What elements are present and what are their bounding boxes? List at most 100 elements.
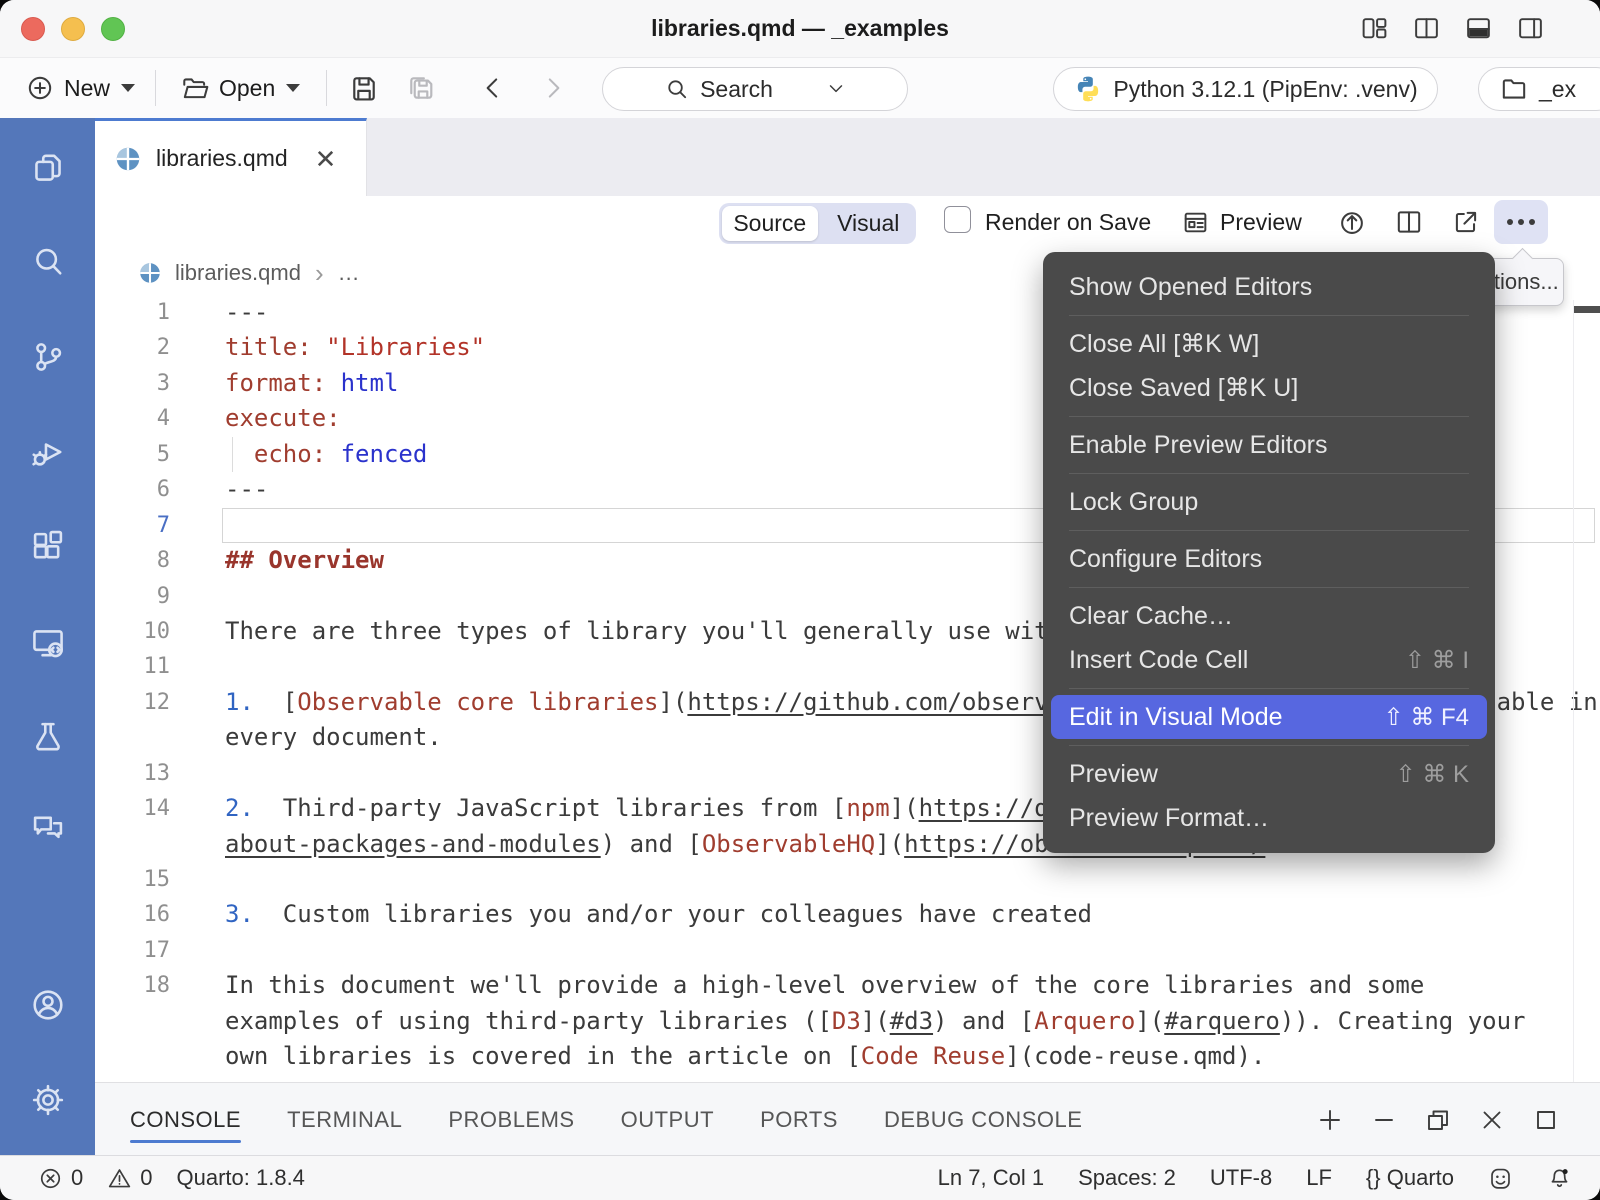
status-item[interactable] (1488, 1166, 1513, 1191)
maximize-panel-icon[interactable] (1532, 1106, 1560, 1134)
open-button[interactable]: Open (180, 58, 300, 118)
more-actions-button[interactable] (1494, 200, 1548, 244)
status-item-quarto-1-8-4[interactable]: Quarto: 1.8.4 (177, 1165, 305, 1191)
python-icon (1073, 74, 1103, 104)
panel-tab-console[interactable]: CONSOLE (130, 1083, 241, 1157)
activity-source-control[interactable] (0, 322, 95, 392)
status-item-0[interactable]: 0 (107, 1165, 152, 1191)
activity-account[interactable] (0, 970, 95, 1040)
minus-icon[interactable] (1370, 1106, 1398, 1134)
panel-tab-ports[interactable]: PORTS (760, 1083, 838, 1157)
menu-item-edit-in-visual-mode[interactable]: Edit in Visual Mode⇧ ⌘ F4 (1051, 695, 1487, 739)
save-all-button[interactable] (405, 58, 437, 118)
status-text: UTF-8 (1210, 1165, 1272, 1191)
close-tab-icon[interactable]: ✕ (315, 146, 337, 172)
menu-item-lock-group[interactable]: Lock Group (1051, 480, 1487, 524)
status-item-utf-8[interactable]: UTF-8 (1210, 1165, 1272, 1191)
visual-mode-button[interactable]: Visual (821, 203, 917, 244)
line-number: 16 (95, 897, 170, 932)
forward-button[interactable] (538, 58, 568, 118)
split-editor-icon[interactable] (1412, 14, 1441, 43)
menu-item-label: Clear Cache… (1069, 602, 1233, 631)
menu-item-insert-code-cell[interactable]: Insert Code Cell⇧ ⌘ I (1051, 638, 1487, 682)
panel-tab-output[interactable]: OUTPUT (621, 1083, 714, 1157)
interpreter-label: Python 3.12.1 (PipEnv: .venv) (1113, 76, 1417, 103)
split-editor-icon[interactable] (1394, 207, 1424, 237)
preview-button[interactable]: Preview (1181, 196, 1302, 248)
menu-item-label: Close All [⌘K W] (1069, 329, 1259, 359)
status-item-quarto[interactable]: {} Quarto (1366, 1165, 1454, 1191)
activity-extensions[interactable] (0, 512, 95, 582)
back-button[interactable] (478, 58, 508, 118)
menu-item-show-opened-editors[interactable]: Show Opened Editors (1051, 265, 1487, 309)
activity-explorer[interactable] (0, 133, 95, 203)
menu-item-label: Show Opened Editors (1069, 273, 1312, 302)
close-window-button[interactable] (21, 17, 45, 41)
code-line-17[interactable]: 17 (95, 933, 1600, 968)
status-item-spaces-2[interactable]: Spaces: 2 (1078, 1165, 1176, 1191)
panel-tab-debug-console[interactable]: DEBUG CONSOLE (884, 1083, 1082, 1157)
activity-comments[interactable] (0, 793, 95, 863)
line-content (225, 933, 1600, 968)
tab-strip: libraries.qmd ✕ (95, 118, 1600, 197)
code-line-18[interactable]: 18In this document we'll provide a high-… (95, 968, 1600, 1003)
layout-customize-icon[interactable] (1360, 14, 1389, 43)
publish-icon[interactable] (1337, 207, 1367, 237)
activity-run-debug[interactable] (0, 417, 95, 487)
scrollbar-track[interactable] (1573, 300, 1574, 1082)
explorer-icon (29, 149, 67, 187)
code-line-15[interactable]: 15 (95, 862, 1600, 897)
code-line-wrap[interactable]: own libraries is covered in the article … (95, 1039, 1600, 1074)
line-number: 2 (95, 330, 170, 365)
zoom-window-button[interactable] (101, 17, 125, 41)
tab-libraries-qmd[interactable]: libraries.qmd ✕ (95, 118, 367, 196)
status-item-lf[interactable]: LF (1306, 1165, 1332, 1191)
close-icon[interactable] (1478, 1106, 1506, 1134)
line-number: 10 (95, 614, 170, 649)
minimize-window-button[interactable] (61, 17, 85, 41)
error-icon (38, 1166, 63, 1191)
activity-testing[interactable] (0, 702, 95, 772)
source-control-icon (29, 338, 67, 376)
plus-icon[interactable] (1316, 1106, 1344, 1134)
project-label: _ex (1539, 76, 1576, 103)
search-input[interactable]: Search (602, 67, 908, 111)
status-bar: 0 0 Quarto: 1.8.4 Ln 7, Col 1 Spaces: 2 UTF-… (0, 1155, 1600, 1200)
panel-actions (1316, 1083, 1560, 1157)
activity-settings-gear[interactable] (0, 1065, 95, 1135)
source-mode-button[interactable]: Source (722, 206, 818, 241)
project-selector[interactable]: _ex (1478, 67, 1600, 111)
menu-item-enable-preview-editors[interactable]: Enable Preview Editors (1051, 423, 1487, 467)
panel-icon[interactable] (1464, 14, 1493, 43)
restore-icon[interactable] (1424, 1106, 1452, 1134)
activity-search[interactable] (0, 227, 95, 297)
menu-item-preview[interactable]: Preview⇧ ⌘ K (1051, 752, 1487, 796)
code-line-wrap[interactable]: examples of using third-party libraries … (95, 1004, 1600, 1039)
menu-item-close-saved-k-u[interactable]: Close Saved [⌘K U] (1051, 366, 1487, 410)
chevron-down-icon (286, 84, 300, 92)
ellipsis-icon (1507, 219, 1513, 225)
panel-tab-problems[interactable]: PROBLEMS (448, 1083, 574, 1157)
secondary-sidebar-icon[interactable] (1516, 14, 1545, 43)
new-button[interactable]: New (25, 58, 135, 118)
menu-item-clear-cache[interactable]: Clear Cache… (1051, 594, 1487, 638)
status-item[interactable] (1547, 1166, 1572, 1191)
menu-separator (1069, 473, 1469, 474)
code-line-16[interactable]: 163. Custom libraries you and/or your co… (95, 897, 1600, 932)
menu-item-label: Edit in Visual Mode (1069, 703, 1283, 732)
status-item-0[interactable]: 0 (38, 1165, 83, 1191)
status-item-ln-7-col-1[interactable]: Ln 7, Col 1 (938, 1165, 1044, 1191)
activity-remote-explorer[interactable] (0, 608, 95, 678)
panel-tab-terminal[interactable]: TERMINAL (287, 1083, 402, 1157)
interpreter-selector[interactable]: Python 3.12.1 (PipEnv: .venv) (1053, 67, 1438, 111)
menu-item-configure-editors[interactable]: Configure Editors (1051, 537, 1487, 581)
menu-item-preview-format[interactable]: Preview Format… (1051, 796, 1487, 840)
menu-separator (1069, 416, 1469, 417)
save-icon (348, 72, 380, 104)
save-button[interactable] (348, 58, 380, 118)
render-on-save-checkbox[interactable] (944, 206, 971, 233)
status-text: Spaces: 2 (1078, 1165, 1176, 1191)
status-text: 0 (140, 1165, 152, 1191)
menu-item-close-all-k-w[interactable]: Close All [⌘K W] (1051, 322, 1487, 366)
open-external-icon[interactable] (1451, 207, 1481, 237)
